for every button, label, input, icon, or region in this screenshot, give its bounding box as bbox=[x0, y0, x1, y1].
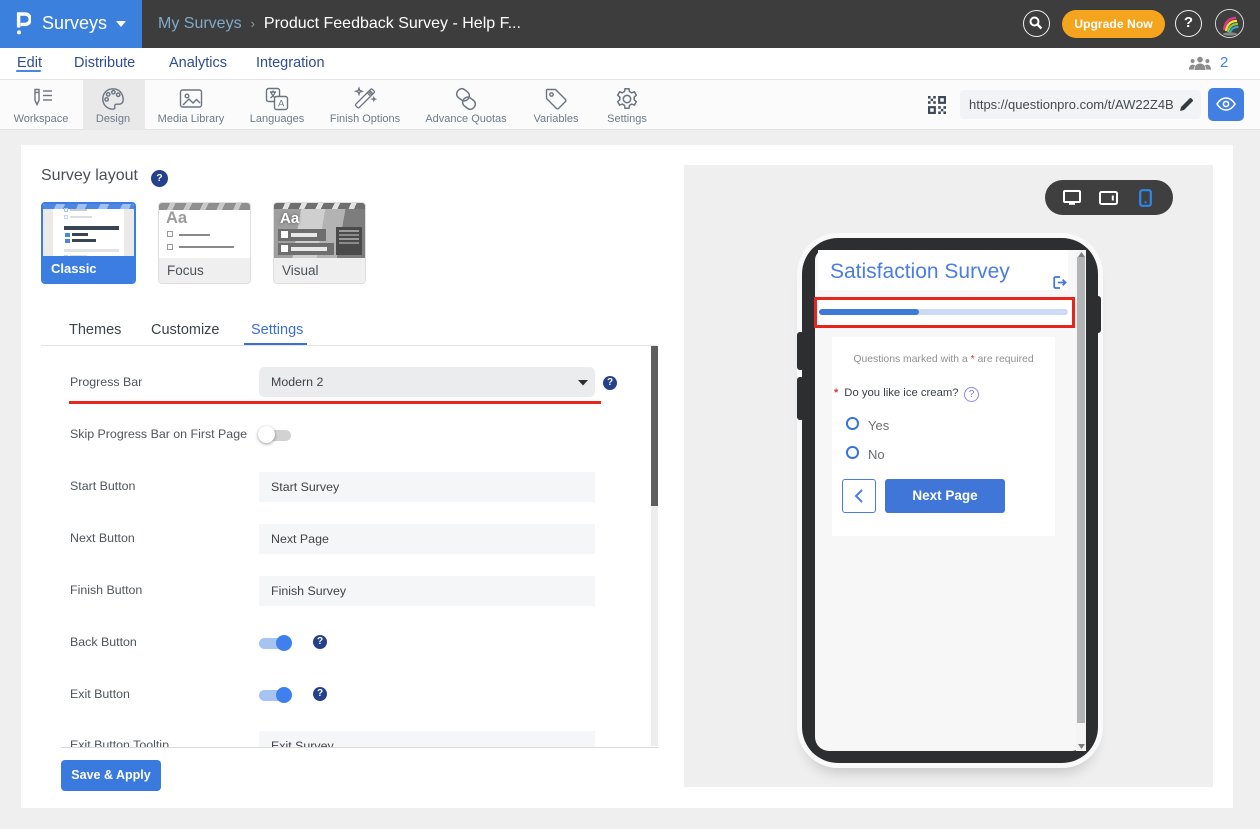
svg-text:A: A bbox=[278, 99, 285, 110]
